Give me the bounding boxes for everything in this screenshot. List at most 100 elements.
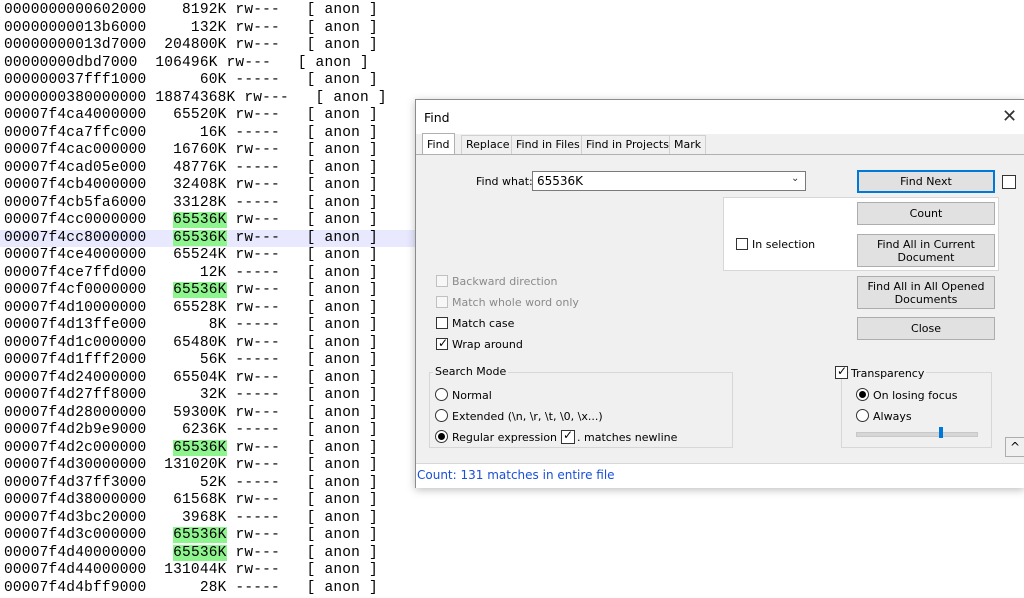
on-losing-focus-radio[interactable] [856,388,869,401]
line-text: 00007f4d2c000000 [4,439,174,456]
tab-find-in-projects[interactable]: Find in Projects [581,135,674,154]
close-button[interactable]: Close [857,317,995,340]
find-next-button[interactable]: Find Next [857,170,995,193]
editor-line[interactable]: 00007f4ce7ffd000 12K ----- [ anon ] [4,265,378,283]
line-text: 00007f4d40000000 [4,544,174,561]
dialog-titlebar[interactable]: Find ✕ [416,100,1024,134]
editor-line[interactable]: 0000000000602000 8192K rw--- [ anon ] [4,2,378,20]
match-whole-word-label: Match whole word only [452,296,579,309]
find-all-opened-documents-button[interactable]: Find All in All Opened Documents [857,276,995,309]
in-selection-label: In selection [752,238,816,251]
editor-line[interactable]: 00007f4d2b9e9000 6236K ----- [ anon ] [4,422,378,440]
editor-line[interactable]: 00007f4ca7ffc000 16K ----- [ anon ] [4,125,378,143]
editor-line[interactable]: 00007f4cad05e000 48776K ----- [ anon ] [4,160,378,178]
editor-line[interactable]: 00007f4d44000000 131044K rw--- [ anon ] [4,562,378,580]
line-text: rw--- [ anon ] [226,527,378,543]
editor-line[interactable]: 00007f4d37ff3000 52K ----- [ anon ] [4,475,378,493]
editor-line[interactable]: 00007f4cb4000000 32408K rw--- [ anon ] [4,177,378,195]
checkmark-icon: ✓ [837,364,848,378]
editor-line[interactable]: 00007f4d28000000 59300K rw--- [ anon ] [4,405,378,423]
editor-line[interactable]: 00007f4d27ff8000 32K ----- [ anon ] [4,387,378,405]
editor-line[interactable]: 00007f4d2c000000 65536K rw--- [ anon ] [4,439,378,458]
editor-line[interactable]: 00007f4d3c000000 65536K rw--- [ anon ] [4,527,378,545]
tab-mark[interactable]: Mark [669,135,707,154]
checkmark-icon: ✓ [438,336,449,350]
editor-line[interactable]: 00007f4d38000000 61568K rw--- [ anon ] [4,492,378,510]
line-text: 00007f4d3c000000 [4,527,174,543]
always-label: Always [873,410,912,423]
editor-line[interactable]: 00007f4d4bff9000 28K ----- [ anon ] [4,580,378,598]
radio-selected-dot [438,433,445,440]
status-bar: Count: 131 matches in entire file [416,463,1024,488]
match-whole-word-checkbox[interactable] [436,296,448,308]
extended-label: Extended (\n, \r, \t, \0, \x...) [452,410,603,423]
tab-replace[interactable]: Replace [461,135,515,154]
transparency-slider-track[interactable] [856,432,978,437]
status-text: Count: 131 matches in entire file [417,468,615,482]
line-text: rw--- [ anon ] [226,439,378,456]
search-mode-title: Search Mode [433,365,509,378]
tab-find-in-files[interactable]: Find in Files [511,135,585,154]
extended-radio[interactable] [435,409,448,422]
search-match-highlight: 65536K [173,544,227,561]
transparency-slider-thumb[interactable] [939,427,943,438]
tab-find[interactable]: Find [422,133,455,155]
wrap-around-checkbox[interactable]: ✓ [436,336,449,350]
search-match-highlight: 65536K [173,229,227,246]
matches-newline-label: . matches newline [577,431,678,444]
radio-selected-dot [859,391,866,398]
normal-radio[interactable] [435,388,448,401]
editor-line[interactable]: 0000000380000000 18874368K rw--- [ anon … [4,90,387,108]
line-text: rw--- [ anon ] [226,229,378,246]
chevron-down-icon[interactable]: ⌄ [791,173,799,184]
editor-line[interactable]: 00007f4cf0000000 65536K rw--- [ anon ] [4,282,378,300]
backward-direction-checkbox[interactable] [436,275,448,287]
wrap-around-label: Wrap around [452,338,523,351]
editor-line[interactable]: 00007f4cac000000 16760K rw--- [ anon ] [4,142,378,160]
editor-line[interactable]: 00007f4cc8000000 65536K rw--- [ anon ] [0,229,424,247]
editor-line[interactable]: 00007f4cb5fa6000 33128K ----- [ anon ] [4,195,378,213]
search-match-highlight: 65536K [173,212,227,228]
always-radio[interactable] [856,409,869,422]
find-dialog: Find ✕ Find Replace Find in Files Find i… [415,99,1024,488]
search-match-highlight: 65536K [173,439,227,456]
editor-line[interactable]: 00007f4d40000000 65536K rw--- [ anon ] [4,544,378,563]
line-text: rw--- [ anon ] [226,282,378,298]
extra-checkbox[interactable] [1002,175,1016,189]
close-icon[interactable]: ✕ [1002,106,1017,127]
search-match-highlight: 65536K [173,282,227,298]
editor-line[interactable]: 00007f4d24000000 65504K rw--- [ anon ] [4,370,378,388]
dialog-title: Find [424,110,450,125]
match-case-checkbox[interactable] [436,317,448,329]
editor-line[interactable]: 00007f4d1c000000 65480K rw--- [ anon ] [4,335,378,353]
match-case-label: Match case [452,317,515,330]
checkmark-icon: ✓ [563,428,574,442]
editor-line[interactable]: 00007f4ce4000000 65524K rw--- [ anon ] [4,247,378,265]
editor-line[interactable]: 00007f4d3bc20000 3968K ----- [ anon ] [4,510,378,528]
editor-line[interactable]: 00007f4d13ffe000 8K ----- [ anon ] [4,317,378,335]
find-what-label: Find what: [476,175,533,188]
find-all-current-document-button[interactable]: Find All in Current Document [857,234,995,267]
editor-line[interactable]: 00000000dbd7000 106496K rw--- [ anon ] [4,55,369,73]
line-text: 00007f4cc0000000 [4,212,174,228]
find-what-input[interactable] [532,171,806,191]
editor-line[interactable]: 00007f4cc0000000 65536K rw--- [ anon ] [4,212,378,230]
backward-direction-label: Backward direction [452,275,558,288]
regular-expression-radio[interactable] [435,430,448,443]
editor-line[interactable]: 00007f4d30000000 131020K rw--- [ anon ] [4,457,378,475]
in-selection-checkbox[interactable] [736,238,748,250]
count-button[interactable]: Count [857,202,995,225]
transparency-checkbox[interactable]: ✓ [835,364,848,379]
line-text: 00007f4cc8000000 [4,229,174,246]
editor-line[interactable]: 00007f4d10000000 65528K rw--- [ anon ] [4,300,378,318]
collapse-button[interactable]: ^ [1005,437,1024,457]
editor-line[interactable]: 00000000013d7000 204800K rw--- [ anon ] [4,37,378,55]
on-losing-focus-label: On losing focus [873,389,958,402]
editor-line[interactable]: 00007f4ca4000000 65520K rw--- [ anon ] [4,107,378,125]
line-text: 00007f4cf0000000 [4,282,174,298]
editor-line[interactable]: 000000037fff1000 60K ----- [ anon ] [4,72,378,90]
matches-newline-checkbox[interactable]: ✓ [561,428,575,444]
editor-line[interactable]: 00007f4d1fff2000 56K ----- [ anon ] [4,352,378,370]
editor-line[interactable]: 00000000013b6000 132K rw--- [ anon ] [4,20,378,38]
line-text: rw--- [ anon ] [226,212,378,228]
